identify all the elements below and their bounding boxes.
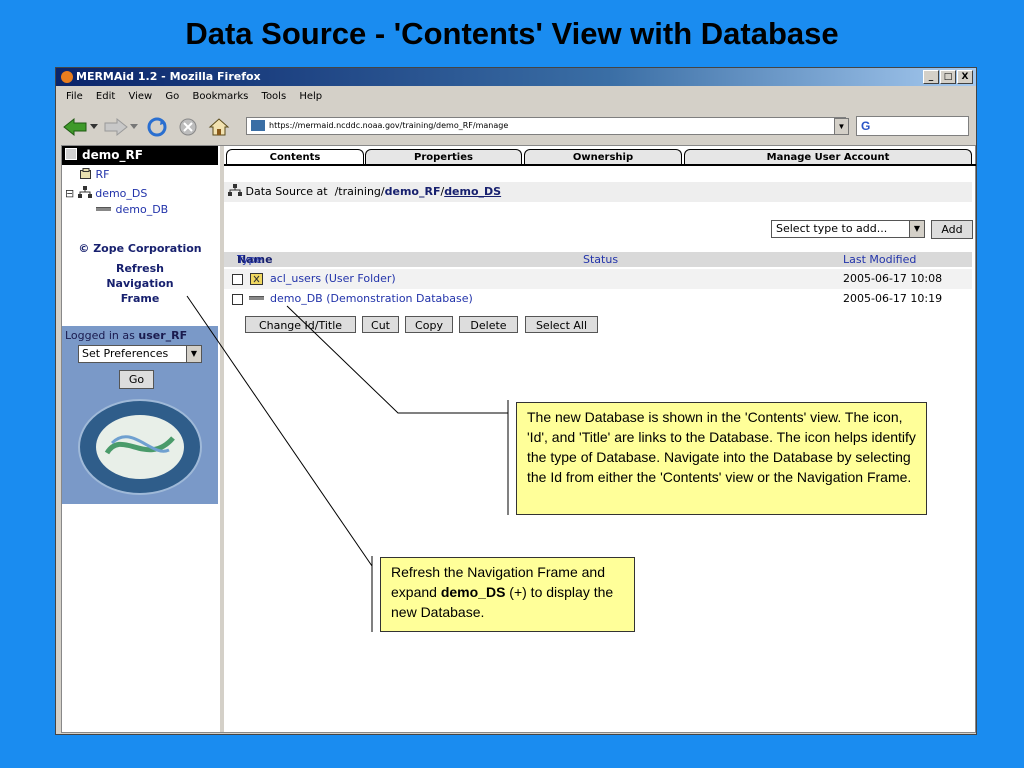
refresh-callout-bold: demo_DS xyxy=(440,584,506,600)
callout-lines xyxy=(186,295,509,632)
refresh-callout-line xyxy=(186,295,373,567)
database-callout-line xyxy=(286,305,508,414)
database-callout: The new Database is shown in the 'Conten… xyxy=(516,402,927,515)
refresh-callout: Refresh the Navigation Frame and expand … xyxy=(380,557,635,632)
